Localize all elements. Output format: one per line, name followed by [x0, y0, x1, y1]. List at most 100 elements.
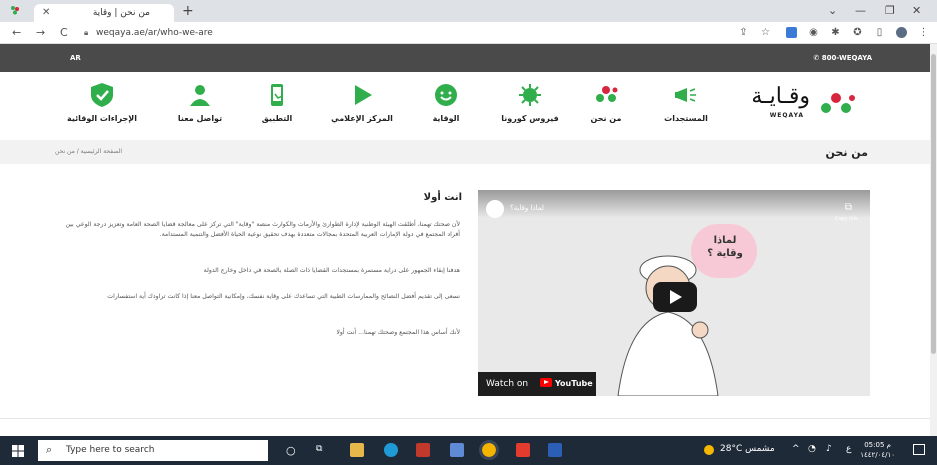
menu-kebab-icon[interactable]: ⋮	[918, 27, 929, 38]
new-tab-button[interactable]: +	[182, 3, 194, 19]
virus-icon	[519, 84, 541, 106]
nav-label-app: التطبيق	[261, 114, 293, 123]
taskbar-search-placeholder: Type here to search	[66, 445, 155, 455]
volume-icon[interactable]: ♪	[826, 444, 832, 454]
nav-item-contact[interactable]: تواصل معنا	[160, 82, 240, 123]
shield-check-icon	[91, 83, 113, 107]
copy-link-icon[interactable]: ⧉	[845, 202, 852, 213]
tab-close-icon[interactable]: ✕	[42, 7, 50, 18]
snipping-tool-icon[interactable]	[416, 443, 430, 457]
input-language[interactable]: ع	[846, 444, 851, 454]
youtube-logo-icon	[540, 378, 552, 387]
nav-item-media-center[interactable]: المركز الإعلامي	[322, 82, 402, 123]
cortana-icon[interactable]: ○	[286, 444, 296, 457]
restore-button[interactable]: ❐	[885, 4, 895, 17]
intro-paragraph: لأن صحتك تهمنا، أطلقت الهيئة الوطنية لإد…	[65, 221, 460, 238]
tab-title: من نحن | وقاية	[92, 8, 150, 18]
megaphone-icon	[675, 88, 696, 102]
taskbar-search-box[interactable]: ⌕ Type here to search	[38, 440, 268, 461]
nav-label-media-center: المركز الإعلامي	[331, 114, 393, 123]
clock-time: 05:05 م	[864, 441, 891, 449]
video-title[interactable]: لماذا وقاية؟	[510, 204, 544, 212]
acrobat-icon[interactable]	[516, 443, 530, 457]
nav-item-coronavirus[interactable]: فيروس كورونا	[490, 82, 570, 123]
nav-label-preventive-measures: الإجراءات الوقائية	[67, 114, 137, 123]
about-dots-icon	[596, 86, 618, 102]
page-title-bar: من نحن الصفحة الرئيسية / من نحن	[0, 140, 930, 164]
forward-button[interactable]: →	[36, 26, 45, 39]
person-icon	[190, 85, 210, 106]
word-icon[interactable]	[548, 443, 562, 457]
site-top-strip: AR ✆ 800-WEQAYA	[0, 44, 930, 72]
weqaya-logo[interactable]: وقـايـة WEQAYA	[738, 84, 858, 124]
video-play-button[interactable]	[653, 282, 697, 312]
edge-icon[interactable]	[384, 443, 398, 457]
app-icon[interactable]	[450, 443, 464, 457]
address-bar-row: ← → C 🔒︎ weqaya.ae/ar/who-we-are ⇪ ☆ ◉ ✱…	[0, 22, 937, 44]
section-heading: انت أولا	[423, 192, 462, 203]
taskbar-clock[interactable]: 05:05 م ١٤٤٢/٠٤/١٠	[860, 440, 895, 460]
weqaya-logo-mark-icon	[821, 93, 855, 113]
profile-avatar[interactable]	[896, 27, 907, 38]
weather-sun-icon[interactable]	[704, 445, 714, 455]
youtube-video-embed[interactable]: لماذا وقاية؟ ⧉ Copy link لماذا وقاية ؟ W…	[478, 190, 870, 396]
notification-center-icon[interactable]	[913, 444, 925, 455]
watch-on-youtube-button[interactable]: Watch on YouTube	[478, 372, 596, 396]
file-explorer-icon[interactable]	[350, 443, 364, 457]
url-field[interactable]: 🔒︎ weqaya.ae/ar/who-we-are	[84, 25, 464, 41]
windows-taskbar: ⌕ Type here to search ○ ⧉ 28°C مشمس ^ ◔ …	[0, 436, 937, 465]
browser-tab-bar: ✕ من نحن | وقاية + ⌄ — ❐ ✕	[0, 0, 937, 22]
back-button[interactable]: ←	[12, 26, 21, 39]
nav-item-app[interactable]: التطبيق	[237, 82, 317, 123]
nav-item-preventive-measures[interactable]: الإجراءات الوقائية	[62, 82, 142, 123]
tab-search-chevron-icon[interactable]: ⌄	[828, 4, 837, 17]
lock-icon: 🔒︎	[84, 28, 89, 37]
nav-label-contact: تواصل معنا	[177, 114, 223, 123]
hotline-link[interactable]: ✆ 800-WEQAYA	[813, 54, 872, 62]
share-icon[interactable]: ⇪	[738, 27, 749, 38]
breadcrumb[interactable]: الصفحة الرئيسية / من نحن	[55, 148, 122, 155]
logo-english-text: WEQAYA	[769, 112, 804, 119]
youtube-label: YouTube	[555, 379, 593, 388]
channel-avatar[interactable]	[486, 200, 504, 218]
pin-extension-icon[interactable]: ✪	[852, 27, 863, 38]
copy-link-label: Copy link	[834, 216, 858, 222]
nav-label-about: من نحن	[590, 114, 622, 123]
chrome-icon[interactable]	[479, 440, 499, 460]
watch-on-label: Watch on	[486, 379, 529, 389]
reload-button[interactable]: C	[60, 26, 68, 39]
browser-tab[interactable]: ✕ من نحن | وقاية	[34, 4, 174, 22]
nav-item-about[interactable]: من نحن	[566, 82, 646, 123]
search-icon: ⌕	[46, 443, 53, 456]
windows-start-icon[interactable]	[12, 445, 24, 457]
nav-label-news: المستجدات	[664, 114, 708, 123]
mission-paragraph: نسعى إلى تقديم أفضل النصائح والممارسات ا…	[107, 293, 460, 300]
network-icon[interactable]: ◔	[808, 444, 816, 454]
nav-item-prevention[interactable]: الوقاية	[406, 82, 486, 123]
clock-date: ١٤٤٢/٠٤/١٠	[860, 451, 895, 459]
nav-label-coronavirus: فيروس كورونا	[501, 114, 559, 123]
camera-extension-icon[interactable]: ◉	[808, 27, 819, 38]
hotline-number: 800-WEQAYA	[821, 54, 872, 62]
url-text: weqaya.ae/ar/who-we-are	[96, 28, 213, 38]
closing-paragraph: لأنك أساس هذا المجتمع وصحتك تهمنا... أنت…	[336, 329, 460, 336]
task-view-icon[interactable]: ⧉	[316, 444, 322, 454]
language-toggle[interactable]: AR	[70, 54, 81, 62]
speech-bubble: لماذا وقاية ؟	[691, 224, 757, 278]
extension-puzzle-icon[interactable]: ✱	[830, 27, 841, 38]
scrollbar-thumb[interactable]	[931, 54, 936, 354]
extension-icon[interactable]	[786, 27, 797, 38]
weather-text[interactable]: 28°C مشمس	[720, 444, 775, 454]
speech-bubble-text: لماذا وقاية ؟	[707, 235, 743, 259]
bookmark-star-icon[interactable]: ☆	[760, 27, 771, 38]
tray-chevron-icon[interactable]: ^	[792, 444, 800, 454]
content-divider	[0, 418, 930, 419]
nav-item-news[interactable]: المستجدات	[646, 82, 726, 123]
main-navigation: وقـايـة WEQAYA المستجدات من نحن فيروس كو…	[0, 72, 930, 140]
page-scrollbar[interactable]	[930, 44, 937, 436]
minimize-button[interactable]: —	[855, 4, 866, 17]
play-icon	[355, 85, 372, 105]
close-window-button[interactable]: ✕	[912, 4, 921, 17]
nav-label-prevention: الوقاية	[432, 114, 460, 123]
sidebar-icon[interactable]: ▯	[874, 27, 885, 38]
